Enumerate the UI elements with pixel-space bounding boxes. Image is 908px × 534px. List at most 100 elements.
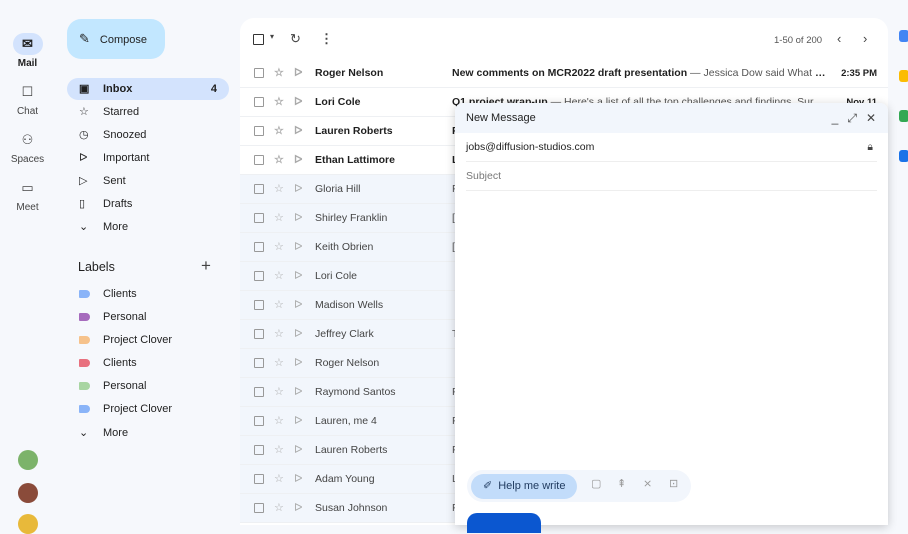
label-item[interactable]: Personal xyxy=(67,375,229,397)
star-icon[interactable]: ☆ xyxy=(274,349,284,378)
star-icon[interactable]: ☆ xyxy=(274,204,284,233)
star-icon[interactable]: ☆ xyxy=(274,291,284,320)
subject-field[interactable]: Subject xyxy=(466,162,877,191)
help-me-write-button[interactable]: ✐ Help me write xyxy=(471,474,578,499)
star-icon[interactable]: ☆ xyxy=(274,233,284,262)
keep-icon[interactable] xyxy=(899,70,908,82)
label-tag-icon xyxy=(79,290,90,299)
sidebar-item-more[interactable]: ⌄ More xyxy=(67,216,229,238)
important-icon[interactable]: ᐅ xyxy=(294,320,302,349)
rail-meet[interactable]: ▭ Meet xyxy=(0,177,55,213)
sidebar-item-snoozed[interactable]: ◷ Snoozed xyxy=(67,124,229,146)
tasks-icon[interactable] xyxy=(899,150,908,162)
send-button[interactable] xyxy=(467,513,541,533)
tool-icon[interactable]: ⊡ xyxy=(669,477,678,490)
label-item[interactable]: Clients xyxy=(67,352,229,374)
list-toolbar: ▾ ↻ ⋮ 1-50 of 200 ‹ › xyxy=(240,18,888,62)
table-row[interactable]: ☆ ᐅ Roger Nelson New comments on MCR2022… xyxy=(240,59,888,88)
refresh-icon[interactable]: ↻ xyxy=(290,31,301,47)
important-icon[interactable]: ᐅ xyxy=(294,465,302,494)
sender: Shirley Franklin xyxy=(315,212,388,224)
row-checkbox[interactable] xyxy=(254,155,264,165)
tool-icon[interactable]: ⇞ xyxy=(617,477,626,490)
important-icon[interactable]: ᐅ xyxy=(294,262,302,291)
row-checkbox[interactable] xyxy=(254,329,264,339)
to-field[interactable]: jobs@diffusion-studios.com 🔒︎ xyxy=(466,133,877,162)
important-icon[interactable]: ᐅ xyxy=(294,204,302,233)
star-icon[interactable]: ☆ xyxy=(274,175,284,204)
important-icon[interactable]: ᐅ xyxy=(294,146,302,175)
important-icon[interactable]: ᐅ xyxy=(294,378,302,407)
important-icon[interactable]: ᐅ xyxy=(294,407,302,436)
rail-chat[interactable]: ☐ Chat xyxy=(0,81,55,117)
expand-icon[interactable]: ⤢ xyxy=(847,111,857,125)
sender: Roger Nelson xyxy=(315,67,384,79)
row-checkbox[interactable] xyxy=(254,271,264,281)
sidebar-item-inbox[interactable]: ▣ Inbox 4 xyxy=(67,78,229,100)
row-checkbox[interactable] xyxy=(254,503,264,513)
important-icon[interactable]: ᐅ xyxy=(294,59,302,88)
important-icon[interactable]: ᐅ xyxy=(294,291,302,320)
rail-mail[interactable]: ✉ Mail xyxy=(0,33,55,69)
sidebar-item-important[interactable]: ᐅ Important xyxy=(67,147,229,169)
row-checkbox[interactable] xyxy=(254,387,264,397)
row-checkbox[interactable] xyxy=(254,213,264,223)
row-checkbox[interactable] xyxy=(254,68,264,78)
more-options-icon[interactable]: ⋮ xyxy=(320,31,333,47)
important-icon[interactable]: ᐅ xyxy=(294,233,302,262)
calendar-icon[interactable] xyxy=(899,30,908,42)
rail-spaces[interactable]: ⚇ Spaces xyxy=(0,129,55,165)
star-icon[interactable]: ☆ xyxy=(274,494,284,523)
row-checkbox[interactable] xyxy=(254,97,264,107)
star-icon[interactable]: ☆ xyxy=(274,465,284,494)
star-icon[interactable]: ☆ xyxy=(274,262,284,291)
row-checkbox[interactable] xyxy=(254,184,264,194)
label-item[interactable]: Project Clover xyxy=(67,398,229,420)
select-dropdown-icon[interactable]: ▾ xyxy=(270,32,274,41)
row-checkbox[interactable] xyxy=(254,445,264,455)
label-item[interactable]: Project Clover xyxy=(67,329,229,351)
row-checkbox[interactable] xyxy=(254,300,264,310)
avatar[interactable] xyxy=(18,514,38,534)
label-item[interactable]: Personal xyxy=(67,306,229,328)
star-icon[interactable]: ☆ xyxy=(274,436,284,465)
avatar[interactable] xyxy=(18,450,38,470)
star-icon[interactable]: ☆ xyxy=(274,407,284,436)
star-icon[interactable]: ☆ xyxy=(274,378,284,407)
row-checkbox[interactable] xyxy=(254,126,264,136)
important-icon[interactable]: ᐅ xyxy=(294,88,302,117)
important-icon[interactable]: ᐅ xyxy=(294,436,302,465)
label-tag-icon xyxy=(79,382,90,391)
sidebar-item-sent[interactable]: ▷ Sent xyxy=(67,170,229,192)
minimize-icon[interactable]: _ xyxy=(832,111,839,125)
prev-page-icon[interactable]: ‹ xyxy=(837,31,841,46)
tool-icon[interactable]: ▢ xyxy=(591,477,601,490)
important-icon[interactable]: ᐅ xyxy=(294,349,302,378)
inbox-icon: ▣ xyxy=(79,83,90,95)
tool-icon[interactable]: ⨯ xyxy=(643,477,652,490)
row-checkbox[interactable] xyxy=(254,416,264,426)
label-item[interactable]: Clients xyxy=(67,283,229,305)
avatar[interactable] xyxy=(18,483,38,503)
sidebar-item-starred[interactable]: ☆ Starred xyxy=(67,101,229,123)
add-label-icon[interactable]: + xyxy=(201,256,211,276)
important-icon[interactable]: ᐅ xyxy=(294,494,302,523)
star-icon[interactable]: ☆ xyxy=(274,146,284,175)
contacts-icon[interactable] xyxy=(899,110,908,122)
sidebar-item-drafts[interactable]: ▯ Drafts xyxy=(67,193,229,215)
star-icon[interactable]: ☆ xyxy=(274,117,284,146)
star-icon[interactable]: ☆ xyxy=(274,59,284,88)
row-checkbox[interactable] xyxy=(254,358,264,368)
important-icon[interactable]: ᐅ xyxy=(294,117,302,146)
row-checkbox[interactable] xyxy=(254,242,264,252)
star-icon[interactable]: ☆ xyxy=(274,320,284,349)
important-icon[interactable]: ᐅ xyxy=(294,175,302,204)
labels-more[interactable]: ⌄ More xyxy=(67,422,229,444)
compose-button[interactable]: ✎ Compose xyxy=(67,19,165,59)
select-all-checkbox[interactable] xyxy=(253,34,264,45)
star-icon[interactable]: ☆ xyxy=(274,88,284,117)
next-page-icon[interactable]: › xyxy=(863,31,867,46)
close-icon[interactable]: ✕ xyxy=(866,111,876,125)
pencil-icon: ✎ xyxy=(79,31,90,46)
row-checkbox[interactable] xyxy=(254,474,264,484)
